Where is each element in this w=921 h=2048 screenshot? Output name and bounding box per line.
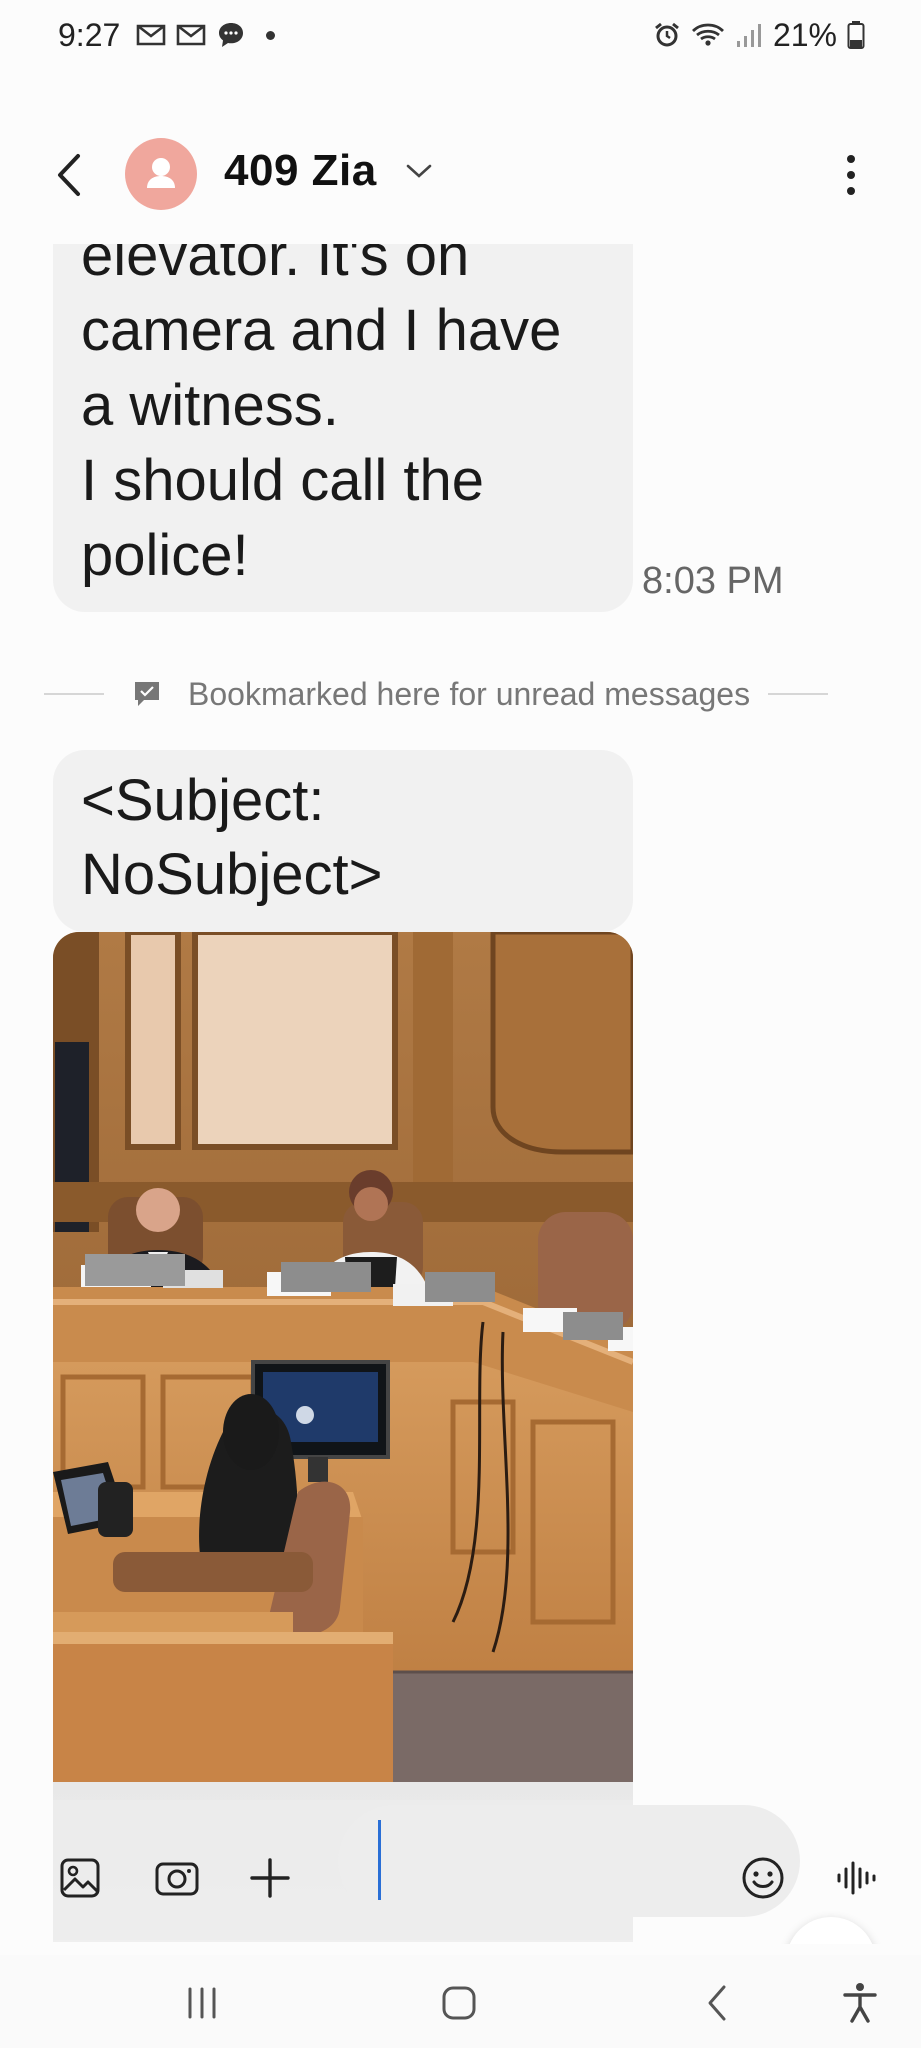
battery-percent: 21% (772, 16, 837, 53)
status-right: 21% (653, 17, 865, 54)
recents-icon (188, 1987, 216, 2019)
emoji-button[interactable] (733, 1848, 793, 1908)
accessibility-button[interactable] (830, 1975, 890, 2031)
message-bubble-received[interactable]: elevator. It's on camera and I have a wi… (53, 244, 633, 612)
text-caret (378, 1820, 381, 1900)
hearing-room-image (53, 932, 633, 1782)
camera-icon (155, 1862, 199, 1896)
person-icon (147, 158, 175, 188)
message-line: camera and I have (81, 298, 562, 363)
divider-line (768, 693, 829, 695)
gallery-button[interactable] (52, 1850, 108, 1906)
more-vertical-icon (847, 155, 855, 195)
add-attachment-button[interactable] (240, 1848, 300, 1908)
back-arrow-icon (58, 154, 80, 196)
gmail-icon (136, 23, 166, 47)
bookmark-message-icon (132, 679, 162, 709)
sound-wave-icon (837, 1861, 876, 1895)
home-button[interactable] (429, 1975, 489, 2031)
conversation-area[interactable]: elevator. It's on camera and I have a wi… (0, 244, 921, 1944)
back-icon (708, 1985, 726, 2021)
smiley-icon (742, 1857, 784, 1899)
message-line: police! (81, 523, 249, 588)
alarm-icon (653, 21, 681, 49)
status-bar: 9:27 21% (0, 0, 921, 70)
message-input[interactable] (338, 1805, 800, 1917)
message-line: a witness. (81, 373, 339, 438)
accessibility-icon (843, 1983, 877, 2023)
image-icon (60, 1858, 100, 1898)
subject-message-bubble[interactable]: <Subject: NoSubject> (53, 750, 633, 932)
gmail-icon (176, 23, 206, 47)
recent-apps-button[interactable] (172, 1975, 232, 2031)
message-line: I should call the (81, 448, 485, 513)
message-composer (0, 1800, 921, 1955)
voice-recorder-button[interactable] (830, 1848, 884, 1908)
bookmark-text: Bookmarked here for unread messages (188, 675, 751, 712)
message-line: elevator. It's on (81, 244, 470, 288)
battery-icon (847, 20, 865, 50)
subject-line: <Subject: (81, 768, 325, 833)
home-icon (442, 1986, 476, 2020)
chat-bubble-icon (216, 20, 246, 50)
more-options-button[interactable] (841, 150, 861, 200)
avatar[interactable] (125, 138, 197, 210)
conversation-header: 409 Zia (0, 120, 921, 230)
system-back-button[interactable] (687, 1975, 747, 2031)
message-timestamp: 8:03 PM (642, 560, 784, 602)
back-button[interactable] (50, 148, 90, 202)
subject-line: NoSubject> (81, 842, 383, 907)
plus-icon (250, 1858, 290, 1898)
status-time: 9:27 (58, 16, 121, 53)
system-navigation-bar (0, 1955, 921, 2048)
camera-button[interactable] (148, 1850, 206, 1906)
unread-bookmark-divider: Bookmarked here for unread messages (44, 664, 878, 724)
divider-line (44, 693, 104, 695)
contact-name[interactable]: 409 Zia (224, 146, 377, 196)
wifi-icon (691, 21, 725, 49)
signal-icon (735, 21, 763, 49)
status-left: 9:27 (58, 16, 276, 54)
notification-dot (266, 30, 276, 40)
photo-attachment[interactable] (53, 932, 633, 1782)
chevron-down-icon[interactable] (405, 162, 433, 185)
